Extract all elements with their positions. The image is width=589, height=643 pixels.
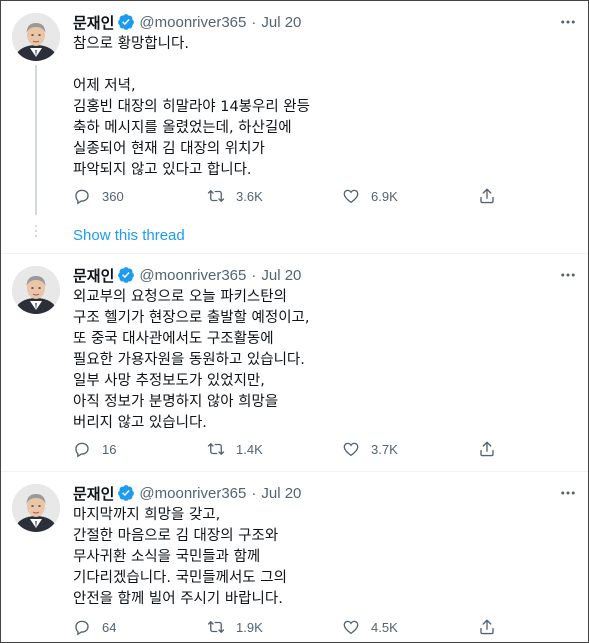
- like-button[interactable]: 6.9K: [342, 186, 398, 206]
- heart-icon: [342, 440, 360, 458]
- retweet-button[interactable]: 1.9K: [207, 617, 263, 637]
- tweet-text: 외교부의 요청으로 오늘 파키스탄의 구조 헬기가 현장으로 출발할 예정이고,…: [73, 289, 310, 431]
- avatar[interactable]: [12, 484, 60, 532]
- author-name[interactable]: 문재인: [73, 12, 114, 33]
- retweet-icon: [207, 440, 225, 458]
- avatar[interactable]: [12, 13, 60, 61]
- tweet-actions: 64 1.9K 4.5K: [73, 617, 513, 637]
- share-icon: [478, 618, 496, 636]
- separator-dot: ·: [251, 484, 257, 502]
- tweet[interactable]: 문재인 @moonriver365 · Jul 20 외교부의 요청으로 오늘 …: [1, 254, 588, 470]
- retweet-icon: [207, 618, 225, 636]
- tweet-text: 참으로 황망합니다. 어제 저녁, 김홍빈 대장의 히말라야 14봉우리 완등 …: [73, 36, 310, 178]
- tweet-header: 문재인 @moonriver365 · Jul 20: [73, 482, 301, 504]
- share-button[interactable]: [478, 186, 507, 206]
- reply-count: 16: [102, 441, 117, 457]
- like-button[interactable]: 4.5K: [342, 617, 398, 637]
- thread-gap-dots: [35, 225, 37, 240]
- author-handle[interactable]: @moonriver365: [139, 14, 246, 31]
- thread-connector-line: [35, 65, 37, 215]
- show-this-thread-link[interactable]: Show this thread: [73, 227, 185, 244]
- tweet-header: 문재인 @moonriver365 · Jul 20: [73, 11, 301, 33]
- retweet-count: 1.4K: [236, 441, 263, 457]
- more-icon[interactable]: [558, 265, 578, 285]
- reply-count: 360: [102, 188, 124, 204]
- tweet-header: 문재인 @moonriver365 · Jul 20: [73, 264, 301, 286]
- reply-icon: [73, 618, 91, 636]
- more-icon[interactable]: [558, 12, 578, 32]
- author-handle[interactable]: @moonriver365: [139, 485, 246, 502]
- like-count: 4.5K: [371, 619, 398, 635]
- tweet-actions: 360 3.6K 6.9K: [73, 186, 513, 206]
- author-handle[interactable]: @moonriver365: [139, 267, 246, 284]
- avatar[interactable]: [12, 266, 60, 314]
- retweet-count: 1.9K: [236, 619, 263, 635]
- tweet-date[interactable]: Jul 20: [261, 14, 301, 31]
- like-button[interactable]: 3.7K: [342, 439, 398, 459]
- like-count: 6.9K: [371, 188, 398, 204]
- reply-button[interactable]: 16: [73, 439, 116, 459]
- heart-icon: [342, 618, 360, 636]
- tweet[interactable]: 문재인 @moonriver365 · Jul 20 참으로 황망합니다. 어제…: [1, 1, 588, 251]
- separator-dot: ·: [251, 266, 257, 284]
- reply-button[interactable]: 64: [73, 617, 116, 637]
- share-icon: [478, 440, 496, 458]
- heart-icon: [342, 187, 360, 205]
- share-button[interactable]: [478, 617, 507, 637]
- tweet-text: 마지막까지 희망을 갖고, 간절한 마음으로 김 대장의 구조와 무사귀환 소식…: [73, 507, 287, 607]
- tweet-date[interactable]: Jul 20: [261, 267, 301, 284]
- tweet-date[interactable]: Jul 20: [261, 485, 301, 502]
- verified-badge-icon: [117, 266, 135, 284]
- more-icon[interactable]: [558, 483, 578, 503]
- reply-button[interactable]: 360: [73, 186, 124, 206]
- author-name[interactable]: 문재인: [73, 483, 114, 504]
- retweet-icon: [207, 187, 225, 205]
- share-button[interactable]: [478, 439, 507, 459]
- share-icon: [478, 187, 496, 205]
- retweet-button[interactable]: 1.4K: [207, 439, 263, 459]
- retweet-count: 3.6K: [236, 188, 263, 204]
- verified-badge-icon: [117, 13, 135, 31]
- reply-count: 64: [102, 619, 117, 635]
- reply-icon: [73, 187, 91, 205]
- tweet[interactable]: 문재인 @moonriver365 · Jul 20 마지막까지 희망을 갖고,…: [1, 472, 588, 642]
- verified-badge-icon: [117, 484, 135, 502]
- tweet-actions: 16 1.4K 3.7K: [73, 439, 513, 459]
- author-name[interactable]: 문재인: [73, 265, 114, 286]
- like-count: 3.7K: [371, 441, 398, 457]
- separator-dot: ·: [251, 13, 257, 31]
- retweet-button[interactable]: 3.6K: [207, 186, 263, 206]
- reply-icon: [73, 440, 91, 458]
